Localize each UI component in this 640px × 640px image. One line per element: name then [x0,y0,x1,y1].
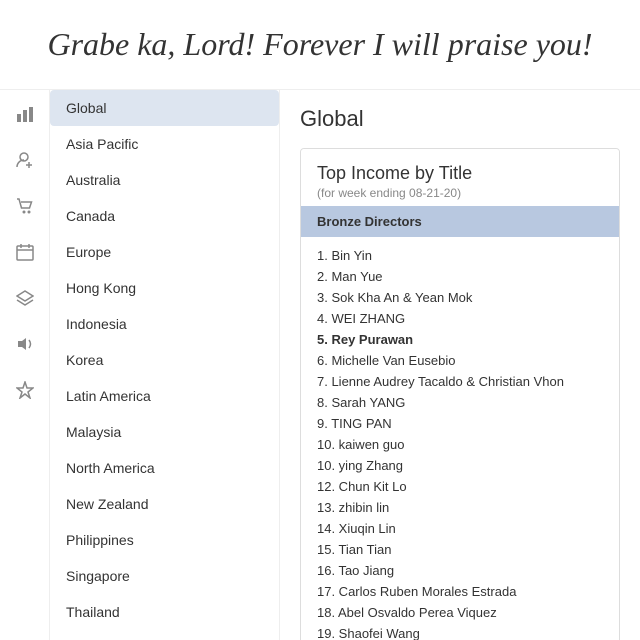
income-list-item: 15. Tian Tian [317,539,603,560]
income-list-item: 16. Tao Jiang [317,560,603,581]
region-item[interactable]: Thailand [50,594,279,630]
layers-icon[interactable] [11,284,39,312]
income-list-item: 6. Michelle Van Eusebio [317,350,603,371]
income-card-header: Top Income by Title (for week ending 08-… [301,149,619,206]
region-item[interactable]: North America [50,450,279,486]
content-title: Global [300,106,620,132]
icon-sidebar [0,90,50,640]
region-list: GlobalAsia PacificAustraliaCanadaEuropeH… [50,90,280,640]
income-list-item: 12. Chun Kit Lo [317,476,603,497]
calendar-icon[interactable] [11,238,39,266]
region-item[interactable]: Taiwan [50,630,279,640]
income-card-title: Top Income by Title [317,163,603,184]
person-add-icon[interactable] [11,146,39,174]
region-item[interactable]: Malaysia [50,414,279,450]
header-banner: Grabe ka, Lord! Forever I will praise yo… [0,0,640,90]
header-title: Grabe ka, Lord! Forever I will praise yo… [47,25,592,63]
income-list-item: 9. TING PAN [317,413,603,434]
income-list-item: 19. Shaofei Wang [317,623,603,640]
region-item[interactable]: Global [50,90,279,126]
region-item[interactable]: Korea [50,342,279,378]
income-list-item: 3. Sok Kha An & Yean Mok [317,287,603,308]
star-icon[interactable] [11,376,39,404]
income-list-item: 10. ying Zhang [317,455,603,476]
income-list-item: 18. Abel Osvaldo Perea Viquez [317,602,603,623]
income-list-item: 10. kaiwen guo [317,434,603,455]
region-item[interactable]: Europe [50,234,279,270]
region-item[interactable]: Latin America [50,378,279,414]
income-list-item: 4. WEI ZHANG [317,308,603,329]
region-item[interactable]: New Zealand [50,486,279,522]
content-area: Global Top Income by Title (for week end… [280,90,640,640]
region-item[interactable]: Asia Pacific [50,126,279,162]
income-card-subtitle: (for week ending 08-21-20) [317,186,603,200]
income-list-item: 2. Man Yue [317,266,603,287]
region-item[interactable]: Canada [50,198,279,234]
main-layout: GlobalAsia PacificAustraliaCanadaEuropeH… [0,90,640,640]
income-list-item: 13. zhibin lin [317,497,603,518]
region-item[interactable]: Hong Kong [50,270,279,306]
income-list-item: 14. Xiuqin Lin [317,518,603,539]
income-list-item: 5. Rey Purawan [317,329,603,350]
income-list: 1. Bin Yin2. Man Yue3. Sok Kha An & Yean… [301,237,619,640]
volume-icon[interactable] [11,330,39,358]
region-item[interactable]: Australia [50,162,279,198]
region-item[interactable]: Philippines [50,522,279,558]
income-list-item: 1. Bin Yin [317,245,603,266]
bar-chart-icon[interactable] [11,100,39,128]
income-list-item: 17. Carlos Ruben Morales Estrada [317,581,603,602]
income-list-item: 8. Sarah YANG [317,392,603,413]
cart-icon[interactable] [11,192,39,220]
region-item[interactable]: Indonesia [50,306,279,342]
income-card: Top Income by Title (for week ending 08-… [300,148,620,640]
income-list-item: 7. Lienne Audrey Tacaldo & Christian Vho… [317,371,603,392]
section-header: Bronze Directors [301,206,619,237]
region-item[interactable]: Singapore [50,558,279,594]
